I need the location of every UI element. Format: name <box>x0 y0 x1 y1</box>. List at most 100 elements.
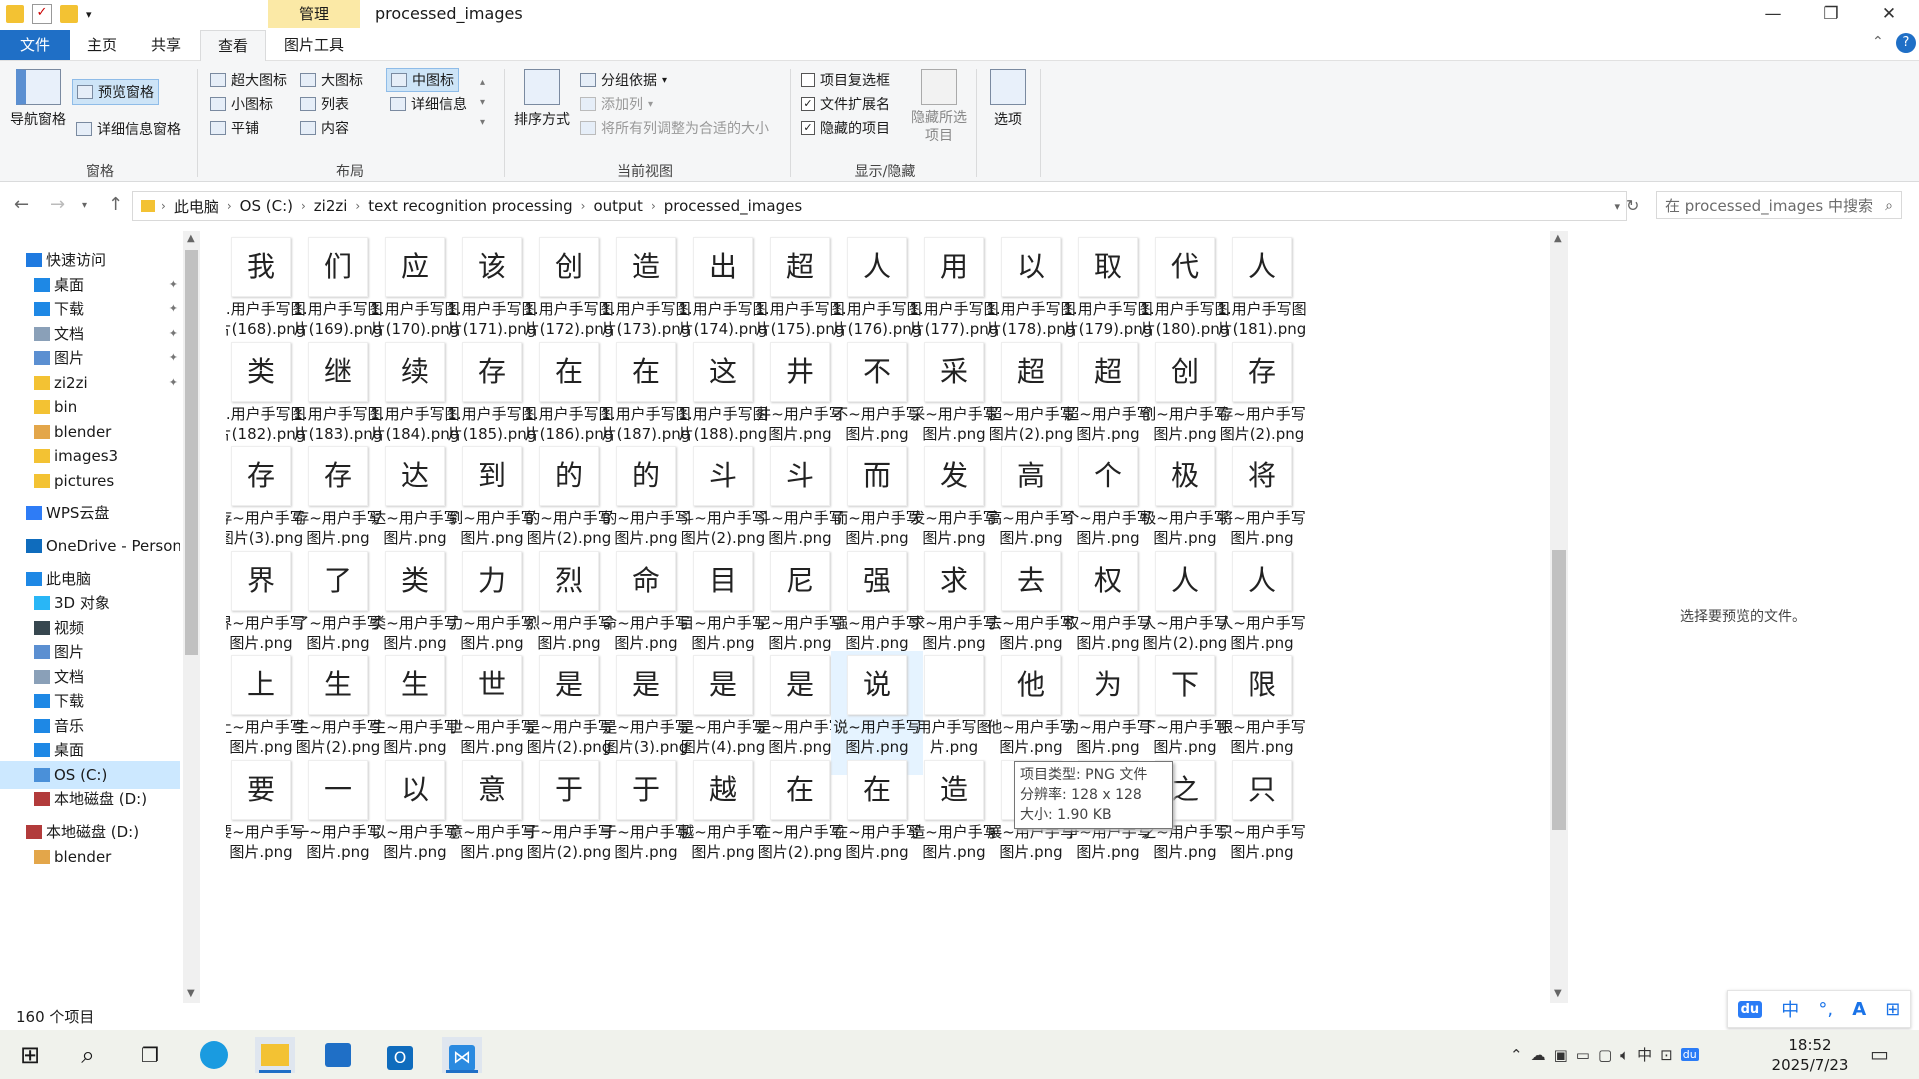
network-settings-icon[interactable]: ▣ <box>1554 1046 1568 1064</box>
navigation-pane-button[interactable]: 导航窗格 <box>6 69 70 129</box>
nav-item[interactable]: 下载 <box>0 687 180 715</box>
nav-item[interactable]: OneDrive - Person <box>0 532 180 560</box>
new-folder-icon[interactable] <box>60 5 78 23</box>
ime-font-toggle[interactable]: A <box>1852 999 1866 1020</box>
add-column-button[interactable]: 添加列 ▾ <box>580 94 653 114</box>
tray-mail-icon[interactable]: ⊡ <box>1660 1046 1673 1064</box>
clock[interactable]: 18:52 2025/7/23 <box>1762 1035 1858 1075</box>
nav-item[interactable]: pictures <box>0 467 180 495</box>
breadcrumb[interactable]: zi2zi <box>306 197 356 215</box>
sort-by-button[interactable]: 排序方式 <box>510 69 574 129</box>
baidu-ime-icon[interactable]: du <box>1737 1000 1763 1018</box>
tab-share[interactable]: 共享 <box>134 30 198 60</box>
item-checkboxes-toggle[interactable]: 项目复选框 <box>801 70 890 90</box>
customize-qat-icon[interactable]: ▾ <box>86 8 92 21</box>
tab-home[interactable]: 主页 <box>70 30 134 60</box>
battery-icon[interactable]: ▭ <box>1576 1046 1590 1064</box>
properties-icon[interactable]: ✓ <box>32 4 52 24</box>
hide-selected-button[interactable]: 隐藏所选项目 <box>906 69 972 145</box>
context-tab-manage[interactable]: 管理 <box>268 0 360 28</box>
layout-scroll-icon[interactable]: ▴ ▾ ▾ <box>480 73 485 133</box>
nav-item[interactable]: bin <box>0 393 180 421</box>
breadcrumb[interactable]: OS (C:) <box>232 197 301 215</box>
up-icon[interactable]: ↑ <box>108 194 123 215</box>
search-icon[interactable]: ⌕ <box>1885 192 1893 220</box>
nav-item[interactable]: images3 <box>0 442 180 470</box>
store-icon[interactable] <box>318 1037 358 1073</box>
display-icon[interactable]: ▢ <box>1598 1046 1612 1064</box>
ime-language-toggle[interactable]: 中 <box>1781 996 1799 1022</box>
help-icon[interactable]: ? <box>1896 33 1916 53</box>
layout-large-icons[interactable]: 大图标 <box>300 70 363 90</box>
nav-item[interactable]: 图片 ✦ <box>0 344 180 372</box>
file-thumbnail: 上 <box>231 655 291 715</box>
nav-item[interactable]: WPS云盘 <box>0 499 180 527</box>
file-explorer-icon[interactable] <box>255 1037 295 1073</box>
details-pane-button[interactable]: 详细信息窗格 <box>76 119 181 139</box>
layout-small-icons[interactable]: 小图标 <box>210 94 273 114</box>
navpane-scroll-thumb[interactable] <box>185 250 198 655</box>
tab-file[interactable]: 文件 <box>0 30 70 60</box>
nav-item[interactable]: 桌面 <box>0 736 180 764</box>
baidu-tray-icon[interactable]: du <box>1680 1048 1699 1061</box>
edge-icon[interactable] <box>194 1037 234 1073</box>
nav-item[interactable]: 3D 对象 <box>0 589 180 617</box>
layout-details[interactable]: 详细信息 <box>390 94 467 114</box>
file-name: 只~用户手写图片.png <box>1218 822 1306 861</box>
breadcrumb[interactable]: processed_images <box>656 197 810 215</box>
notification-icon[interactable]: ▭ <box>1870 1042 1889 1066</box>
layout-medium-icons[interactable]: 中图标 <box>386 68 459 92</box>
scroll-up-icon[interactable]: ▲ <box>1554 233 1562 244</box>
options-button[interactable]: 选项 <box>984 69 1032 129</box>
search-icon[interactable]: ⌕ <box>68 1037 108 1073</box>
scroll-up-icon[interactable]: ▲ <box>187 233 195 244</box>
file-thumbnail: 高 <box>1001 446 1061 506</box>
ime-toolbox-icon[interactable]: ⊞ <box>1885 999 1900 1020</box>
outlook-icon[interactable]: O <box>380 1037 420 1073</box>
ime-toolbar[interactable]: du 中 °, A ⊞ <box>1727 990 1911 1028</box>
nav-item[interactable]: blender <box>0 843 180 871</box>
input-language[interactable]: 中 <box>1637 1044 1652 1065</box>
address-dropdown-icon[interactable]: ▾ <box>1614 200 1620 213</box>
scroll-down-icon[interactable]: ▼ <box>187 988 195 999</box>
nav-item[interactable]: 图片 <box>0 638 180 666</box>
maximize-button[interactable]: ❐ <box>1802 0 1860 30</box>
chevron-up-icon[interactable]: ⌃ <box>1510 1046 1523 1064</box>
file-item[interactable]: 只只~用户手写图片.png <box>1216 756 1308 880</box>
task-view-icon[interactable]: ❐ <box>130 1037 170 1073</box>
refresh-icon[interactable]: ↻ <box>1626 196 1639 215</box>
search-input[interactable]: 在 processed_images 中搜索 ⌕ <box>1656 191 1902 219</box>
recent-locations-icon[interactable]: ▾ <box>82 200 87 211</box>
fit-columns-button[interactable]: 将所有列调整为合适的大小 <box>580 118 769 138</box>
close-button[interactable]: ✕ <box>1860 0 1918 30</box>
ime-punctuation-toggle[interactable]: °, <box>1818 999 1833 1020</box>
back-icon[interactable]: ← <box>14 194 29 215</box>
nav-item[interactable]: 快速访问 <box>0 246 180 274</box>
breadcrumb[interactable]: 此电脑 <box>166 196 227 217</box>
breadcrumb[interactable]: output <box>585 197 650 215</box>
file-extensions-toggle[interactable]: ✓ 文件扩展名 <box>801 94 890 114</box>
breadcrumb[interactable]: text recognition processing <box>360 197 580 215</box>
address-box[interactable]: › 此电脑 › OS (C:) › zi2zi › text recogniti… <box>132 191 1627 221</box>
tab-view[interactable]: 查看 <box>200 30 266 61</box>
forward-icon[interactable]: → <box>50 194 65 215</box>
nav-item[interactable]: 下载 ✦ <box>0 295 180 323</box>
vscode-icon[interactable]: ⋈ <box>442 1037 482 1073</box>
nav-item[interactable]: 本地磁盘 (D:) <box>0 785 180 813</box>
file-grid-scroll-thumb[interactable] <box>1552 550 1566 830</box>
layout-extra-large-icons[interactable]: 超大图标 <box>210 70 287 90</box>
layout-tiles[interactable]: 平铺 <box>210 118 259 138</box>
start-icon[interactable]: ⊞ <box>10 1037 50 1073</box>
collapse-ribbon-icon[interactable]: ⌃ <box>1872 34 1884 50</box>
layout-list[interactable]: 列表 <box>300 94 349 114</box>
scroll-down-icon[interactable]: ▼ <box>1554 988 1562 999</box>
tab-picture-tools[interactable]: 图片工具 <box>266 30 362 60</box>
group-by-button[interactable]: 分组依据 ▾ <box>580 70 667 90</box>
minimize-button[interactable]: — <box>1744 0 1802 30</box>
nav-item[interactable]: 本地磁盘 (D:) <box>0 818 180 846</box>
hidden-items-toggle[interactable]: ✓ 隐藏的项目 <box>801 118 890 138</box>
layout-content[interactable]: 内容 <box>300 118 349 138</box>
preview-pane-button[interactable]: 预览窗格 <box>72 79 159 105</box>
volume-icon[interactable]: 🔈︎ <box>1620 1046 1629 1064</box>
onedrive-icon[interactable]: ☁ <box>1531 1046 1546 1064</box>
